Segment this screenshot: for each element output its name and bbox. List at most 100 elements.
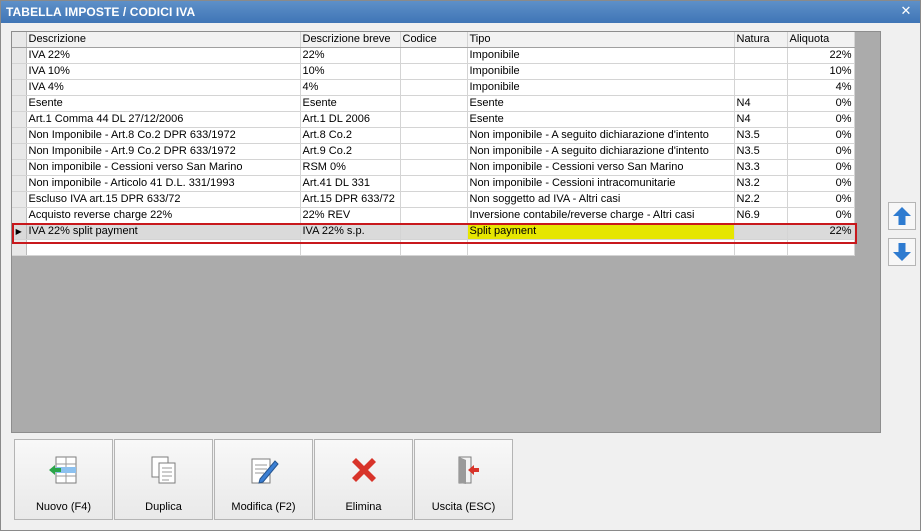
cell-descrizione[interactable]: Art.1 Comma 44 DL 27/12/2006 (26, 111, 301, 128)
cell-codice[interactable] (400, 79, 468, 96)
elimina-button[interactable]: Elimina (314, 439, 413, 520)
cell-natura[interactable] (734, 79, 788, 96)
cell-descrizione-breve[interactable]: Art.15 DPR 633/72 (300, 191, 401, 208)
cell-codice[interactable] (400, 127, 468, 144)
cell-descrizione-breve[interactable]: 10% (300, 63, 401, 80)
table-row[interactable]: Acquisto reverse charge 22% 22% REV Invers… (12, 207, 855, 224)
cell-natura[interactable] (734, 47, 788, 64)
row-selector[interactable] (12, 207, 27, 224)
table-row[interactable]: ▶ IVA 22% split payment IVA 22% s.p. Split … (12, 223, 855, 240)
row-selector[interactable]: ▶ (12, 223, 27, 240)
row-selector[interactable] (12, 79, 27, 96)
row-selector[interactable] (12, 127, 27, 144)
cell-codice[interactable] (400, 159, 468, 176)
column-header-codice[interactable]: Codice (400, 32, 468, 48)
cell-tipo[interactable] (467, 239, 735, 256)
cell-natura[interactable]: N3.5 (734, 143, 788, 160)
cell-codice[interactable] (400, 111, 468, 128)
cell-codice[interactable] (400, 239, 468, 256)
cell-aliquota[interactable]: 0% (787, 111, 855, 128)
cell-descrizione[interactable]: Escluso IVA art.15 DPR 633/72 (26, 191, 301, 208)
row-selector[interactable] (12, 95, 27, 112)
cell-descrizione[interactable]: Non imponibile - Articolo 41 D.L. 331/19… (26, 175, 301, 192)
cell-codice[interactable] (400, 223, 468, 240)
cell-descrizione-breve[interactable]: IVA 22% s.p. (300, 223, 401, 240)
table-row[interactable]: Art.1 Comma 44 DL 27/12/2006 Art.1 DL 200… (12, 111, 855, 128)
cell-descrizione-breve[interactable]: Art.9 Co.2 (300, 143, 401, 160)
cell-descrizione-breve[interactable]: Art.1 DL 2006 (300, 111, 401, 128)
row-selector[interactable] (12, 239, 27, 256)
cell-tipo[interactable]: Imponibile (467, 79, 735, 96)
row-selector[interactable] (12, 111, 27, 128)
cell-tipo[interactable]: Non imponibile - Cessioni intracomunitar… (467, 175, 735, 192)
cell-natura[interactable]: N4 (734, 95, 788, 112)
cell-tipo[interactable]: Esente (467, 95, 735, 112)
column-header-descrizione[interactable]: Descrizione (26, 32, 301, 48)
cell-aliquota[interactable]: 0% (787, 143, 855, 160)
cell-descrizione[interactable]: Esente (26, 95, 301, 112)
cell-tipo[interactable]: Imponibile (467, 47, 735, 64)
move-up-button[interactable] (888, 202, 916, 230)
cell-aliquota[interactable]: 0% (787, 207, 855, 224)
column-header-tipo[interactable]: Tipo (467, 32, 735, 48)
cell-descrizione[interactable] (26, 239, 301, 256)
cell-codice[interactable] (400, 191, 468, 208)
cell-codice[interactable] (400, 143, 468, 160)
cell-aliquota[interactable]: 0% (787, 175, 855, 192)
cell-codice[interactable] (400, 63, 468, 80)
row-selector[interactable] (12, 175, 27, 192)
cell-aliquota[interactable]: 4% (787, 79, 855, 96)
table-row[interactable]: Escluso IVA art.15 DPR 633/72 Art.15 DPR … (12, 191, 855, 208)
cell-codice[interactable] (400, 95, 468, 112)
cell-descrizione-breve[interactable]: Esente (300, 95, 401, 112)
uscita-button[interactable]: Uscita (ESC) (414, 439, 513, 520)
cell-descrizione[interactable]: Non imponibile - Cessioni verso San Mari… (26, 159, 301, 176)
cell-aliquota[interactable]: 0% (787, 159, 855, 176)
cell-natura[interactable] (734, 239, 788, 256)
table-row[interactable]: IVA 10% 10% Imponibile 10% (12, 63, 855, 80)
cell-descrizione-breve[interactable]: 4% (300, 79, 401, 96)
cell-tipo[interactable]: Non imponibile - Cessioni verso San Mari… (467, 159, 735, 176)
cell-aliquota[interactable]: 0% (787, 127, 855, 144)
table-row[interactable]: IVA 22% 22% Imponibile 22% (12, 47, 855, 64)
cell-descrizione[interactable]: IVA 10% (26, 63, 301, 80)
cell-tipo[interactable]: Non soggetto ad IVA - Altri casi (467, 191, 735, 208)
cell-aliquota[interactable]: 0% (787, 191, 855, 208)
table-row[interactable]: Non Imponibile - Art.9 Co.2 DPR 633/1972… (12, 143, 855, 160)
cell-codice[interactable] (400, 175, 468, 192)
cell-natura[interactable]: N6.9 (734, 207, 788, 224)
row-selector[interactable] (12, 159, 27, 176)
cell-descrizione[interactable]: Non Imponibile - Art.9 Co.2 DPR 633/1972 (26, 143, 301, 160)
row-selector[interactable] (12, 63, 27, 80)
cell-descrizione-breve[interactable]: 22% (300, 47, 401, 64)
cell-codice[interactable] (400, 47, 468, 64)
duplica-button[interactable]: Duplica (114, 439, 213, 520)
cell-natura[interactable]: N3.3 (734, 159, 788, 176)
cell-tipo[interactable]: Inversione contabile/reverse charge - Al… (467, 207, 735, 224)
cell-tipo[interactable]: Non imponibile - A seguito dichiarazione… (467, 143, 735, 160)
cell-aliquota[interactable] (787, 239, 855, 256)
cell-natura[interactable]: N3.5 (734, 127, 788, 144)
cell-natura[interactable]: N3.2 (734, 175, 788, 192)
row-selector[interactable] (12, 47, 27, 64)
cell-aliquota[interactable]: 10% (787, 63, 855, 80)
column-header-natura[interactable]: Natura (734, 32, 788, 48)
column-header-aliquota[interactable]: Aliquota (787, 32, 855, 48)
cell-descrizione[interactable]: Acquisto reverse charge 22% (26, 207, 301, 224)
modifica-button[interactable]: Modifica (F2) (214, 439, 313, 520)
cell-natura[interactable] (734, 63, 788, 80)
close-button[interactable]: ✕ (898, 4, 914, 20)
cell-descrizione[interactable]: IVA 22% (26, 47, 301, 64)
cell-aliquota[interactable]: 22% (787, 47, 855, 64)
row-selector[interactable] (12, 143, 27, 160)
cell-natura[interactable]: N4 (734, 111, 788, 128)
table-row[interactable]: Esente Esente Esente N4 0% (12, 95, 855, 112)
cell-aliquota[interactable]: 22% (787, 223, 855, 240)
table-row[interactable]: IVA 4% 4% Imponibile 4% (12, 79, 855, 96)
cell-tipo[interactable]: Imponibile (467, 63, 735, 80)
tax-codes-grid[interactable]: Descrizione Descrizione breve Codice Tip… (11, 31, 881, 433)
cell-codice[interactable] (400, 207, 468, 224)
table-row[interactable]: Non imponibile - Cessioni verso San Mari… (12, 159, 855, 176)
cell-tipo[interactable]: Split payment (467, 223, 735, 240)
cell-descrizione-breve[interactable]: Art.8 Co.2 (300, 127, 401, 144)
